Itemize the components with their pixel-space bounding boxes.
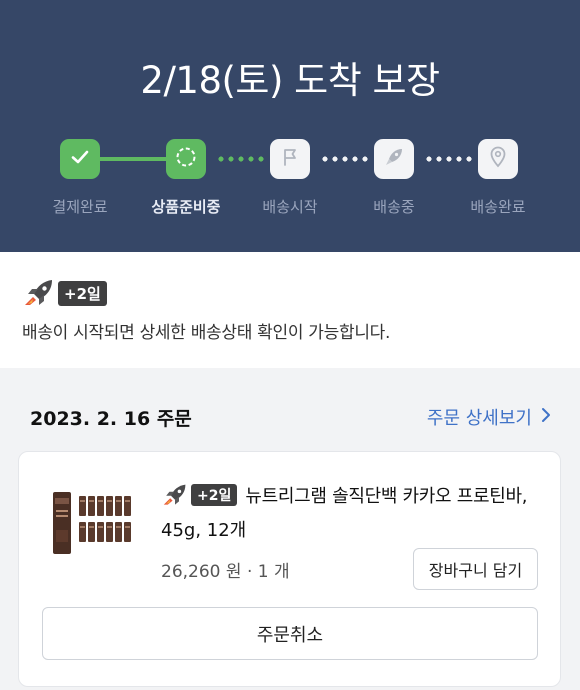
- product-thumbnail[interactable]: [51, 490, 133, 556]
- delivery-delay-badge: +2일: [58, 280, 107, 306]
- delivery-info-panel: +2일 배송이 시작되면 상세한 배송상태 확인이 가능합니다.: [0, 252, 580, 368]
- step-label-payment-complete: 결제완료: [52, 198, 108, 216]
- check-icon: [69, 146, 91, 172]
- progress-line-complete: [100, 157, 168, 161]
- product-delay-badge: +2일: [191, 484, 238, 506]
- progress-line-dotted: [320, 156, 370, 162]
- order-detail-link[interactable]: 주문 상세보기: [427, 404, 552, 430]
- step-in-transit: [374, 139, 414, 179]
- delivery-status-header: 2/18(토) 도착 보장 결제완료 상품준비중 배송시작 배송중 배송완료: [0, 0, 580, 252]
- progress-line-dotted: [216, 156, 266, 162]
- product-name-line1: 뉴트리그램 솔직단백 카카오 프로틴바,: [245, 486, 528, 507]
- delivery-delay-row: +2일: [22, 278, 107, 308]
- product-price-row: 26,260 원 · 1 개: [161, 557, 290, 582]
- order-detail-link-label: 주문 상세보기: [426, 408, 532, 429]
- order-date: 2023. 2. 16 주문: [30, 408, 192, 430]
- location-pin-icon: [487, 145, 509, 173]
- rocket-icon: [382, 145, 406, 173]
- delivery-info-message: 배송이 시작되면 상세한 배송상태 확인이 가능합니다.: [22, 323, 391, 343]
- loading-circle-icon: [174, 145, 198, 173]
- step-preparing: [166, 139, 206, 179]
- step-delivered: [478, 139, 518, 179]
- product-price: 26,260 원: [161, 562, 242, 582]
- flag-icon: [279, 146, 301, 172]
- product-name-row[interactable]: +2일 뉴트리그램 솔직단백 카카오 프로틴바,: [161, 482, 528, 508]
- step-shipping-started: [270, 139, 310, 179]
- separator-dot: ·: [246, 562, 258, 582]
- step-label-in-transit: 배송중: [373, 198, 415, 216]
- chevron-right-icon: [540, 406, 552, 429]
- step-label-preparing: 상품준비중: [151, 198, 221, 216]
- rocket-icon: [22, 278, 56, 308]
- arrival-guarantee-title: 2/18(토) 도착 보장: [140, 59, 440, 102]
- order-product-card: +2일 뉴트리그램 솔직단백 카카오 프로틴바, 45g, 12개 26,260…: [18, 451, 561, 687]
- rocket-icon: [161, 483, 189, 507]
- product-quantity: 1 개: [257, 562, 290, 582]
- step-label-shipping-started: 배송시작: [262, 198, 318, 216]
- product-name-line2[interactable]: 45g, 12개: [161, 516, 246, 542]
- progress-line-dotted: [424, 156, 474, 162]
- add-to-cart-button[interactable]: 장바구니 담기: [413, 548, 538, 590]
- step-label-delivered: 배송완료: [470, 198, 526, 216]
- cancel-order-button[interactable]: 주문취소: [42, 607, 538, 660]
- step-payment-complete: [60, 139, 100, 179]
